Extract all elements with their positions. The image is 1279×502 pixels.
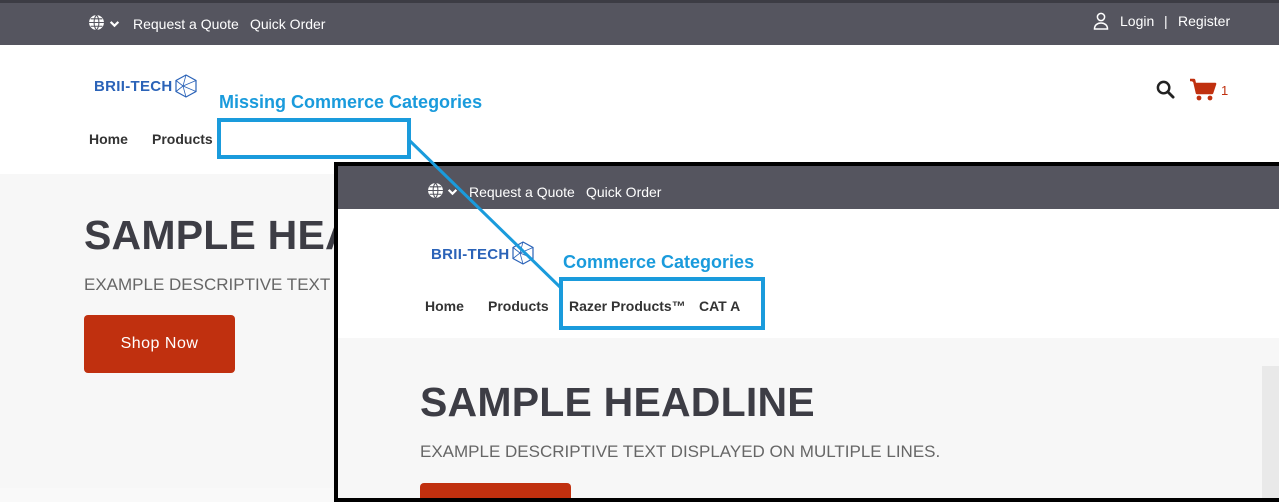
callout-connector-line — [407, 138, 563, 290]
